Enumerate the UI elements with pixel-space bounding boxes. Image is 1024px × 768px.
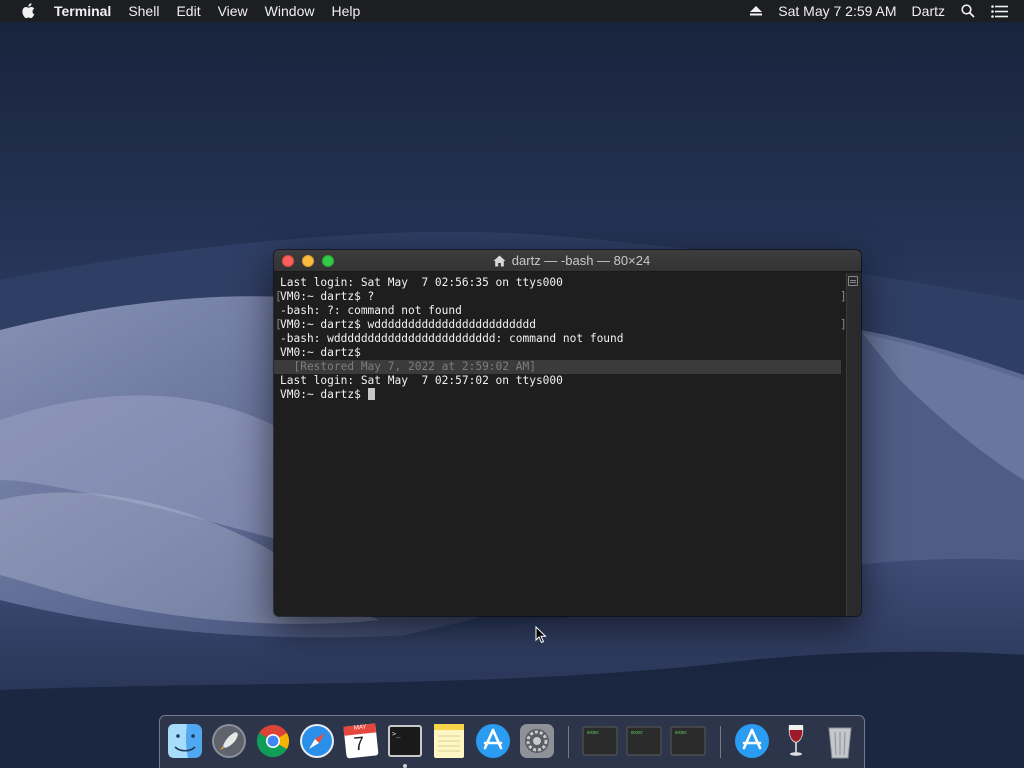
- exec-file-label: exec: [675, 730, 688, 736]
- terminal-line: Last login: Sat May 7 02:57:02 on ttys00…: [280, 374, 563, 387]
- exec-file-icon[interactable]: exec: [625, 722, 663, 760]
- terminal-line: -bash: wdddddddddddddddddddddddd: comman…: [280, 332, 624, 345]
- terminal-line: Last login: Sat May 7 02:56:35 on ttys00…: [280, 276, 563, 289]
- menu-clock[interactable]: Sat May 7 2:59 AM: [778, 3, 896, 19]
- notes-icon[interactable]: [430, 722, 468, 760]
- terminal-line: VM0:~ dartz$: [280, 346, 368, 359]
- wine-icon[interactable]: [777, 722, 815, 760]
- terminal-line: [VM0:~ dartz$ wdddddddddddddddddddddddd]: [275, 318, 847, 332]
- close-button[interactable]: [282, 255, 294, 267]
- calendar-day: 7: [352, 733, 366, 756]
- terminal-prompt: VM0:~ dartz$: [280, 388, 368, 401]
- calendar-icon[interactable]: MAY 7: [342, 722, 380, 760]
- notification-center-icon[interactable]: [991, 4, 1008, 18]
- line-mark-bracket: [: [275, 290, 282, 303]
- window-title-group: dartz — -bash — 80×24: [493, 253, 650, 268]
- menu-bar: Terminal Shell Edit View Window Help Sat…: [0, 0, 1024, 22]
- window-titlebar[interactable]: dartz — -bash — 80×24: [274, 250, 861, 272]
- terminal-line: [VM0:~ dartz$ ?]: [275, 290, 847, 304]
- app-store-icon[interactable]: [474, 722, 512, 760]
- split-pane-icon[interactable]: [848, 276, 858, 286]
- exec-file-icon[interactable]: exec: [669, 722, 707, 760]
- finder-icon[interactable]: [166, 722, 204, 760]
- system-preferences-icon[interactable]: [518, 722, 556, 760]
- menu-help[interactable]: Help: [331, 0, 360, 22]
- line-mark-bracket: [: [275, 318, 282, 331]
- terminal-line: -bash: ?: command not found: [280, 304, 462, 317]
- menu-user[interactable]: Dartz: [912, 3, 945, 19]
- terminal-line-text: VM0:~ dartz$ ?: [280, 290, 375, 303]
- minimize-button[interactable]: [302, 255, 314, 267]
- terminal-line-text: VM0:~ dartz$ wdddddddddddddddddddddddd: [280, 318, 536, 331]
- text-cursor: [367, 388, 375, 400]
- restored-session-banner: [Restored May 7, 2022 at 2:59:02 AM]: [274, 360, 841, 374]
- menu-shell[interactable]: Shell: [128, 0, 159, 22]
- terminal-window: dartz — -bash — 80×24 Last login: Sat Ma…: [274, 250, 861, 616]
- window-title: dartz — -bash — 80×24: [511, 253, 651, 268]
- menu-window[interactable]: Window: [265, 0, 315, 22]
- running-indicator: [403, 764, 407, 768]
- launchpad-icon[interactable]: [210, 722, 248, 760]
- exec-file-icon[interactable]: exec: [581, 722, 619, 760]
- trash-icon[interactable]: [821, 722, 859, 760]
- menu-app-name[interactable]: Terminal: [54, 0, 111, 22]
- spotlight-search-icon[interactable]: [961, 4, 975, 18]
- terminal-icon[interactable]: >_: [386, 722, 424, 760]
- apple-icon[interactable]: [19, 0, 37, 22]
- mouse-pointer-icon: [535, 625, 547, 649]
- dock-divider: [568, 726, 569, 758]
- safari-icon[interactable]: [298, 722, 336, 760]
- home-folder-icon: [493, 255, 506, 267]
- terminal-output[interactable]: Last login: Sat May 7 02:56:35 on ttys00…: [274, 273, 847, 616]
- chrome-icon[interactable]: [254, 722, 292, 760]
- zoom-button[interactable]: [322, 255, 334, 267]
- eject-icon[interactable]: [750, 6, 763, 16]
- menu-edit[interactable]: Edit: [176, 0, 200, 22]
- menu-view[interactable]: View: [218, 0, 248, 22]
- menu-bar-extras: Sat May 7 2:59 AM Dartz: [750, 0, 1024, 22]
- dock: MAY 7 >_ exec exec exec: [159, 715, 865, 768]
- window-controls: [282, 255, 342, 267]
- exec-file-label: exec: [587, 730, 600, 736]
- terminal-prompt-line[interactable]: VM0:~ dartz$: [280, 388, 845, 402]
- dock-divider: [720, 726, 721, 758]
- svg-text:>_: >_: [392, 730, 401, 738]
- app-store-icon[interactable]: [733, 722, 771, 760]
- exec-file-label: exec: [631, 730, 644, 736]
- terminal-scrollbar[interactable]: [846, 273, 861, 616]
